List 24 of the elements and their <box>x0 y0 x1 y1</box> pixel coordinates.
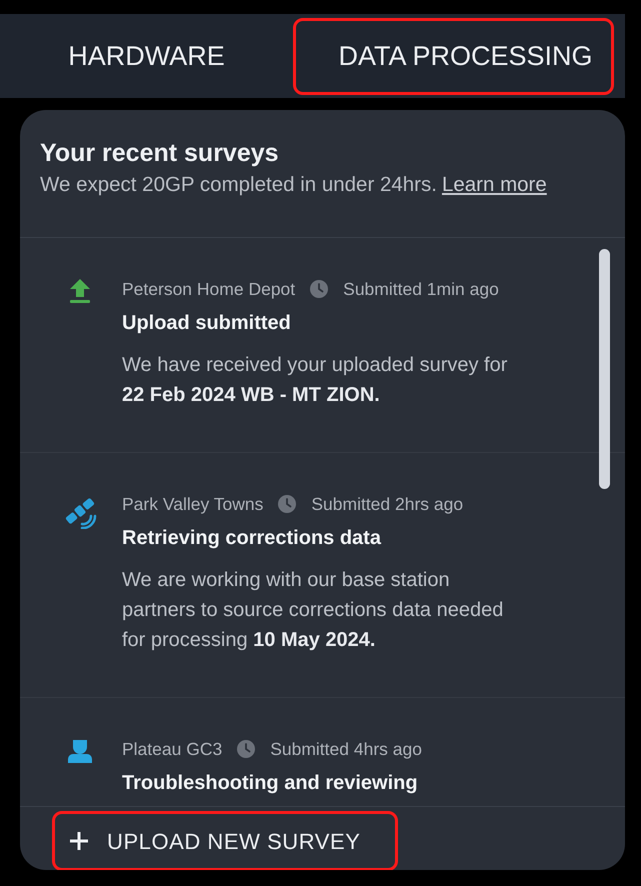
status-description: We have received your uploaded survey for 22 Feb 2024 WB - MT ZION. <box>122 353 508 408</box>
person-icon <box>67 738 93 764</box>
upload-new-survey-button[interactable]: UPLOAD NEW SURVEY <box>52 811 398 870</box>
scrollbar-drawing[interactable] <box>599 249 610 489</box>
submitted-time: Submitted 1min ago <box>343 278 499 301</box>
clock-icon <box>237 740 256 758</box>
status-title: Upload submitted <box>122 311 292 336</box>
site-name: Peterson Home Depot <box>122 278 296 301</box>
tab[interactable]: HARDWARE <box>0 18 293 94</box>
clock-icon <box>310 280 328 298</box>
submitted-time: Submitted 4hrs ago <box>270 738 422 761</box>
panel-title: Your recent surveys <box>40 138 280 168</box>
status-description: We are working with our base station partners to source corrections data needed for processing 10 May 2024. <box>122 568 504 653</box>
plus-icon <box>69 831 89 851</box>
clock-icon <box>278 495 296 513</box>
tab[interactable]: DATA PROCESSING <box>293 18 614 94</box>
upload-arrow-icon <box>69 278 91 304</box>
site-name: Plateau GC3 <box>122 738 222 761</box>
site-name: Park Valley Towns <box>122 493 264 516</box>
panel-subtitle: We expect 20GP completed in under 24hrs. <box>40 172 437 198</box>
status-title: Retrieving corrections data <box>122 526 382 551</box>
submitted-time: Submitted 2hrs ago <box>311 493 464 516</box>
learn-more-link[interactable]: Learn more <box>442 172 547 198</box>
status-title: Troubleshooting and reviewing <box>122 771 419 796</box>
